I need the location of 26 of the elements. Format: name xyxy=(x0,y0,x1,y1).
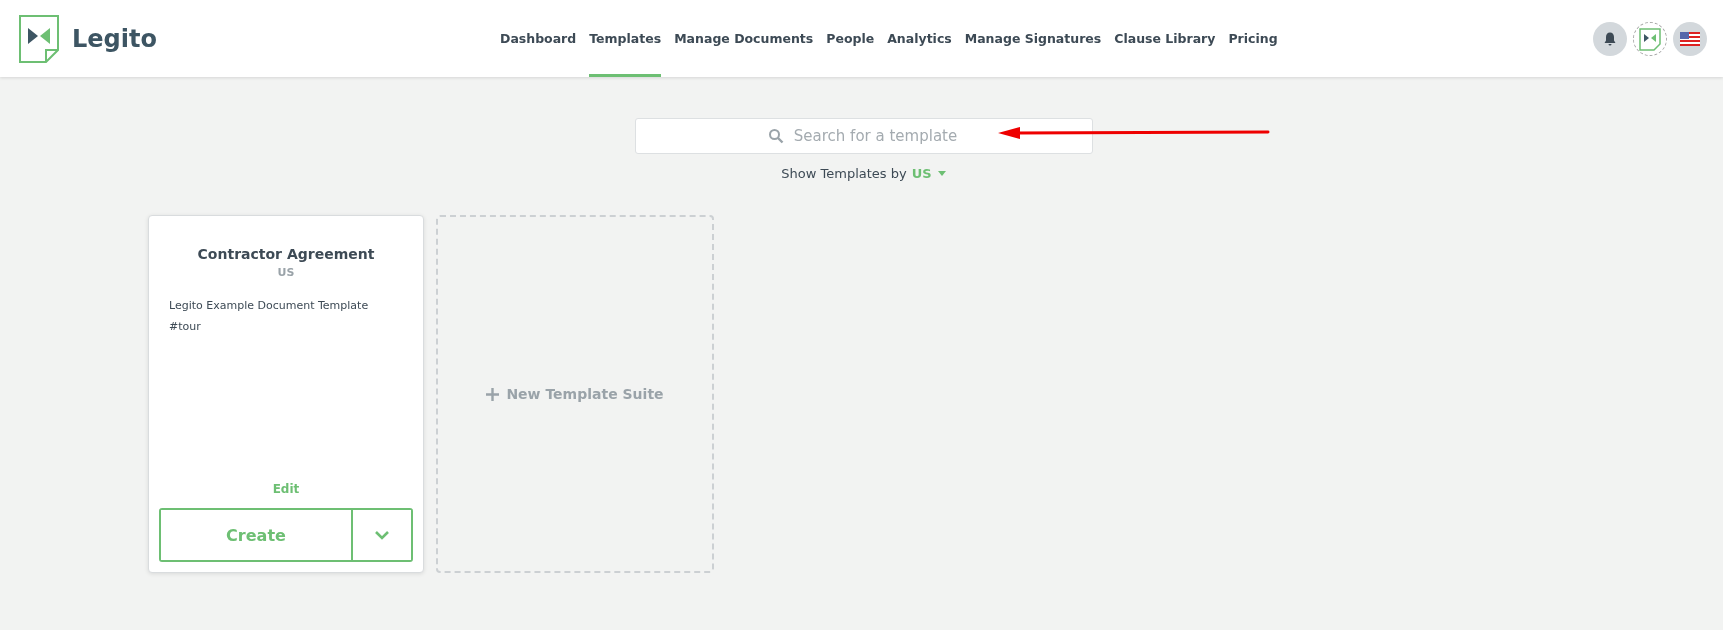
template-tag: #tour xyxy=(169,320,201,333)
bell-icon xyxy=(1602,30,1618,47)
nav-tab[interactable]: Manage Documents xyxy=(674,0,814,77)
chevron-down-icon xyxy=(374,530,390,540)
notification-button[interactable] xyxy=(1593,21,1627,56)
flag-icon xyxy=(1680,31,1700,46)
new-template-suite-label: New Template Suite xyxy=(506,386,664,402)
nav-tab[interactable]: Dashboard xyxy=(500,0,577,77)
logo-icon xyxy=(18,13,60,64)
nav-tab[interactable]: People xyxy=(826,0,875,77)
search-field[interactable]: Search for a template xyxy=(634,118,1093,154)
template-title: Contractor Agreement xyxy=(197,246,375,262)
nav-tab[interactable]: Templates xyxy=(589,0,662,77)
nav-tab[interactable]: Pricing xyxy=(1228,0,1278,77)
nav-tab[interactable]: Analytics xyxy=(887,0,952,77)
nav-tab[interactable]: Manage Signatures xyxy=(964,0,1102,77)
logo-icon xyxy=(1637,25,1663,52)
language-button[interactable] xyxy=(1673,21,1707,56)
template-region: US xyxy=(277,266,295,279)
plus-icon xyxy=(486,387,500,401)
caret-icon xyxy=(937,171,946,176)
search-icon xyxy=(767,128,784,144)
template-description: Legito Example Document Template xyxy=(169,299,369,312)
filter-label: Show Templates by xyxy=(781,166,907,181)
brand-name[interactable]: Legito xyxy=(72,24,157,53)
nav-tab[interactable]: Clause Library xyxy=(1114,0,1216,77)
